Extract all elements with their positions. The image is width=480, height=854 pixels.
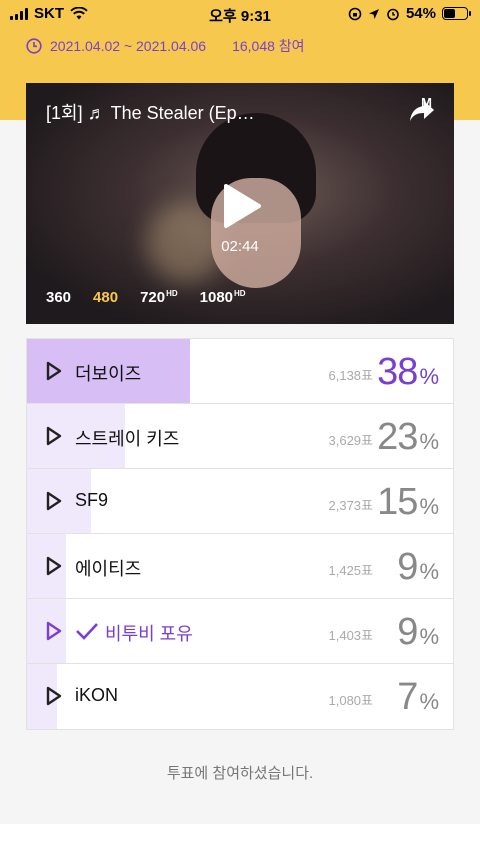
vote-complete-message: 투표에 참여하셨습니다. [166,765,314,782]
battery-percent: 54% [405,5,436,22]
vote-count: 6,138표 [328,368,374,383]
play-icon[interactable] [45,621,63,641]
quality-option-720[interactable]: 720HD [140,289,178,306]
quality-label: 360 [46,289,72,306]
vote-period: 2021.04.02 ~ 2021.04.06 16,048 참여 [26,36,305,56]
play-icon[interactable] [45,556,63,576]
checkmark-icon [76,623,98,640]
candidate-name: 스트레이 키즈 [75,429,180,449]
alarm-icon [387,8,399,20]
play-icon[interactable] [45,686,63,706]
location-icon [368,8,379,19]
vote-count: 1,403표 [328,628,374,643]
battery-icon [442,7,471,20]
quality-label: 480 [93,289,119,306]
candidate-name: 더보이즈 [75,364,142,384]
play-button[interactable] [222,183,262,229]
percentage-number: 7 [397,676,418,718]
rotation-lock-icon [348,7,362,20]
percent-sign: % [419,494,439,519]
percentage-number: 9 [397,546,418,588]
vote-row[interactable]: 에이티즈 1,425표 9% [27,534,453,599]
candidate-name: iKON [75,685,119,705]
status-right: 54% [348,5,471,22]
percentage-number: 23 [377,416,418,458]
vote-count: 1,425표 [328,563,374,578]
quality-option-480[interactable]: 480 [93,289,118,306]
percent-sign: % [419,429,439,454]
hd-badge: HD [166,289,178,298]
percent-sign: % [419,559,439,584]
vote-results-list: 더보이즈 6,138표 38% 스트레이 키즈 3,629표 23% SF9 2,373표 15… [26,338,454,730]
quality-option-360[interactable]: 360 [46,289,71,306]
video-player[interactable]: [1회] ♬ The Stealer (Ep… M 02:44 360 480 72… [26,83,454,324]
percent-sign: % [419,624,439,649]
vote-row[interactable]: 비투비 포유 1,403표 9% [27,599,453,664]
hd-badge: HD [234,289,246,298]
vote-row[interactable]: 스트레이 키즈 3,629표 23% [27,404,453,469]
video-duration: 02:44 [221,238,259,255]
quality-selector: 360 480 720HD 1080HD [46,289,246,306]
clock-icon [26,38,42,54]
status-bar: SKT 오후 9:31 54% [0,0,480,28]
bottom-area [0,824,480,854]
participant-count: 16,048 참여 [232,38,305,54]
percent-sign: % [419,364,439,389]
vote-count: 2,373표 [328,498,374,513]
vote-percentage: 15% [377,481,439,524]
video-title: [1회] ♬ The Stealer (Ep… [46,103,255,123]
vote-row[interactable]: SF9 2,373표 15% [27,469,453,534]
play-icon[interactable] [45,426,63,446]
vote-percentage: 9% [397,546,439,589]
vote-count: 3,629표 [328,433,374,448]
percent-sign: % [419,689,439,714]
vote-count: 1,080표 [328,693,374,708]
share-icon[interactable] [408,99,436,123]
period-dates: 2021.04.02 ~ 2021.04.06 [50,38,207,54]
play-icon[interactable] [45,491,63,511]
candidate-name: SF9 [75,490,109,510]
vote-percentage: 23% [377,416,439,459]
vote-percentage: 38% [377,351,439,394]
percentage-number: 38 [377,351,418,393]
play-icon[interactable] [45,361,63,381]
percentage-number: 15 [377,481,418,523]
vote-percentage: 7% [397,676,439,719]
quality-option-1080[interactable]: 1080HD [200,289,246,306]
vote-row[interactable]: iKON 1,080표 7% [27,664,453,729]
quality-label: 720 [140,289,166,306]
vote-percentage: 9% [397,611,439,654]
percentage-number: 9 [397,611,418,653]
vote-row[interactable]: 더보이즈 6,138표 38% [27,339,453,404]
candidate-name: 비투비 포유 [105,624,193,644]
quality-label: 1080 [199,289,234,306]
candidate-name: 에이티즈 [75,559,142,579]
